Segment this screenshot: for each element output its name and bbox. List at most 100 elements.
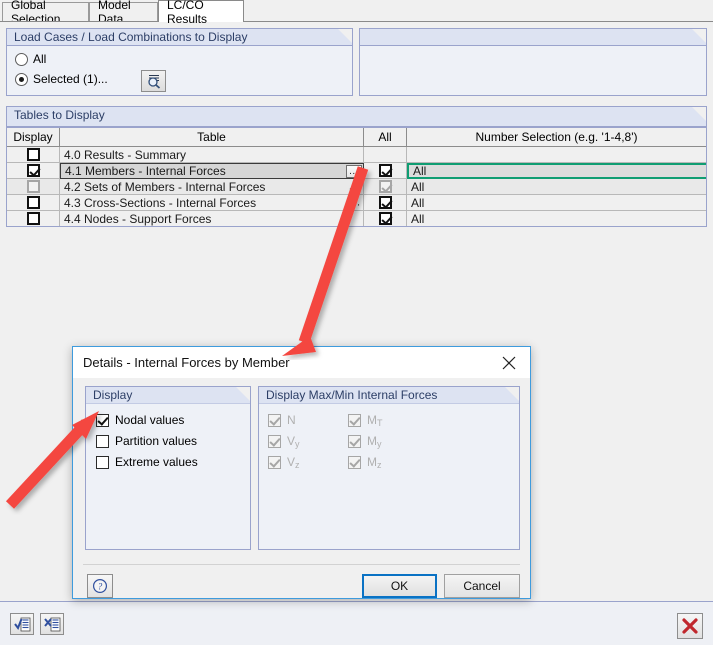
cell-table-name[interactable]: 4.2 Sets of Members - Internal Forces...	[60, 179, 364, 195]
column-header-label: All	[378, 130, 392, 144]
cell-all[interactable]	[364, 147, 407, 163]
cell-table-name[interactable]: 4.4 Nodes - Support Forces	[60, 211, 364, 226]
maxmin-group-header: Display Max/Min Internal Forces	[259, 387, 519, 404]
deselect-all-list-icon	[43, 617, 60, 631]
checkbox-indicator[interactable]	[268, 434, 281, 448]
row-details-ellipsis[interactable]: ...	[349, 181, 361, 192]
radio-all-indicator[interactable]	[15, 52, 28, 66]
radio-selected-label: Selected (1)...	[33, 72, 108, 86]
column-header-number-selection[interactable]: Number Selection (e.g. '1-4,8')	[407, 128, 706, 146]
cell-display[interactable]	[7, 163, 60, 179]
checkbox-indicator[interactable]	[268, 413, 281, 427]
dialog-title: Details - Internal Forces by Member	[83, 355, 290, 370]
cell-number-selection[interactable]	[407, 147, 706, 163]
checkbox-moment-mz[interactable]: Mz	[348, 455, 382, 470]
tables-grid-body: 4.0 Results - Summary 4.1 Members - Inter…	[7, 147, 706, 226]
tab-model-data[interactable]: Model Data	[89, 0, 158, 26]
display-checkbox[interactable]	[26, 180, 40, 193]
select-all-button[interactable]	[10, 613, 34, 635]
checkbox-indicator[interactable]	[348, 434, 361, 448]
cell-number-selection[interactable]: All	[407, 195, 706, 211]
cell-all[interactable]	[364, 211, 407, 226]
column-header-table[interactable]: Table	[60, 128, 364, 146]
row-details-ellipsis[interactable]: ...	[349, 197, 361, 208]
checkbox-force-vz[interactable]: Vz	[268, 455, 300, 470]
load-cases-group-body: All Selected (1)...	[7, 46, 352, 95]
checkbox-label: Vz	[287, 455, 300, 470]
dialog-close-button[interactable]	[488, 347, 530, 378]
column-header-all[interactable]: All	[364, 128, 407, 146]
cell-number-selection[interactable]: All	[407, 211, 706, 226]
checkbox-indicator[interactable]	[348, 455, 361, 469]
tab-lc-co-results[interactable]: LC/CO Results	[158, 0, 244, 26]
radio-selected[interactable]: Selected (1)...	[15, 72, 108, 86]
table-name-label: 4.4 Nodes - Support Forces	[64, 211, 212, 226]
cell-table-name[interactable]: 4.0 Results - Summary	[60, 147, 364, 163]
all-checkbox[interactable]	[378, 196, 392, 209]
all-checkbox[interactable]	[378, 164, 392, 177]
all-checkbox[interactable]	[378, 212, 392, 225]
cell-number-selection[interactable]: All	[407, 163, 706, 179]
tab-global-selection[interactable]: Global Selection	[2, 0, 89, 26]
all-checkbox[interactable]	[378, 180, 392, 193]
radio-all[interactable]: All	[15, 52, 46, 66]
right-panel-group	[359, 28, 707, 96]
maxmin-group-title: Display Max/Min Internal Forces	[266, 388, 438, 402]
cell-display[interactable]	[7, 195, 60, 211]
table-row[interactable]: 4.1 Members - Internal Forces... All	[7, 163, 706, 179]
display-checkbox[interactable]	[26, 148, 40, 161]
cell-all[interactable]	[364, 163, 407, 179]
checkbox-indicator[interactable]	[96, 434, 109, 448]
table-row[interactable]: 4.4 Nodes - Support Forces All	[7, 211, 706, 226]
maxmin-group: Display Max/Min Internal Forces N Vy Vz	[258, 386, 520, 550]
checkbox-force-vy[interactable]: Vy	[268, 434, 300, 449]
checkbox-moment-mt[interactable]: MT	[348, 413, 383, 428]
column-header-label: Table	[197, 130, 226, 144]
deselect-all-button[interactable]	[40, 613, 64, 635]
cell-table-name[interactable]: 4.1 Members - Internal Forces...	[60, 163, 364, 179]
display-checkbox[interactable]	[26, 212, 40, 225]
table-row[interactable]: 4.0 Results - Summary	[7, 147, 706, 163]
load-cases-group-title: Load Cases / Load Combinations to Displa…	[14, 30, 248, 44]
cell-all[interactable]	[364, 179, 407, 195]
checkbox-indicator[interactable]	[348, 413, 361, 427]
tables-group-title: Tables to Display	[14, 108, 105, 122]
checkbox-indicator[interactable]	[268, 455, 281, 469]
right-panel-group-body	[360, 46, 706, 95]
cancel-button[interactable]: Cancel	[444, 574, 520, 598]
cell-display[interactable]	[7, 147, 60, 163]
tables-group-header-band: Tables to Display	[6, 106, 707, 127]
display-group-title: Display	[93, 388, 133, 402]
checkbox-indicator[interactable]	[96, 455, 109, 469]
display-checkbox[interactable]	[26, 196, 40, 209]
checkbox-extreme-values[interactable]: Extreme values	[96, 455, 198, 469]
checkbox-force-n[interactable]: N	[268, 413, 296, 427]
checkbox-indicator[interactable]	[96, 413, 109, 427]
column-header-label: Display	[13, 130, 53, 144]
cell-display[interactable]	[7, 211, 60, 226]
close-window-button[interactable]	[677, 613, 703, 639]
group-corner-cut	[505, 387, 519, 401]
checkbox-nodal-values[interactable]: Nodal values	[96, 413, 184, 427]
checkbox-label: N	[287, 413, 296, 427]
checkbox-moment-my[interactable]: My	[348, 434, 382, 449]
tab-label: LC/CO Results	[167, 0, 208, 26]
table-row[interactable]: 4.2 Sets of Members - Internal Forces...…	[7, 179, 706, 195]
cell-all[interactable]	[364, 195, 407, 211]
cell-number-selection[interactable]: All	[407, 179, 706, 195]
cell-table-name[interactable]: 4.3 Cross-Sections - Internal Forces...	[60, 195, 364, 211]
radio-selected-indicator[interactable]	[15, 72, 28, 86]
column-header-display[interactable]: Display	[7, 128, 60, 146]
maxmin-group-body: N Vy Vz MT My Mz	[259, 404, 519, 549]
help-button[interactable]: ?	[87, 574, 113, 598]
tables-grid[interactable]: Display Table All Number Selection (e.g.…	[6, 127, 707, 227]
checkbox-label: Mz	[367, 455, 382, 470]
cell-display[interactable]	[7, 179, 60, 195]
display-checkbox[interactable]	[26, 164, 40, 177]
row-details-button[interactable]: ...	[346, 165, 362, 178]
table-row[interactable]: 4.3 Cross-Sections - Internal Forces... A…	[7, 195, 706, 211]
load-case-browse-button[interactable]	[141, 70, 166, 92]
tables-group-header: Tables to Display	[7, 107, 706, 127]
ok-button[interactable]: OK	[362, 574, 437, 598]
checkbox-partition-values[interactable]: Partition values	[96, 434, 197, 448]
